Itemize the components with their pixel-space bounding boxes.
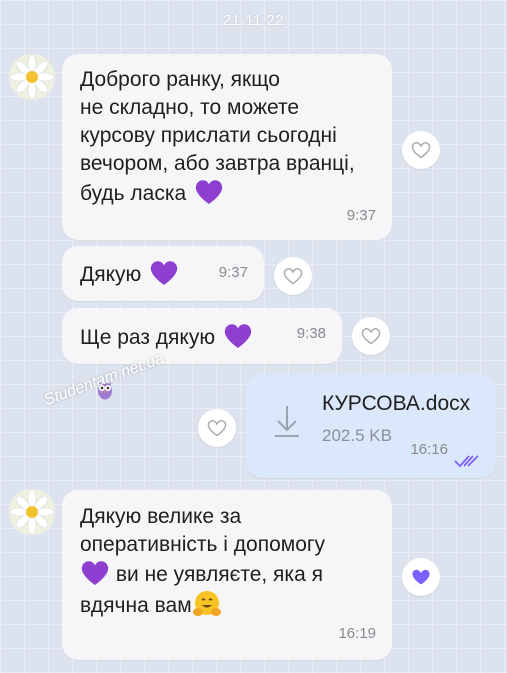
reaction-heart-button[interactable]	[402, 558, 440, 596]
message-line: будь ласка	[80, 182, 187, 205]
file-name: КУРСОВА.docx	[322, 392, 471, 415]
message-line: не складно, то можете	[80, 96, 300, 119]
message-bubble[interactable]: Дякую велике за оперативність і допомогу…	[62, 490, 392, 660]
double-check-icon	[454, 448, 480, 468]
daisy-icon	[9, 489, 55, 535]
message-line: Доброго ранку, якщо	[80, 68, 280, 91]
message-time: 9:37	[218, 264, 248, 281]
message-bubble[interactable]: Дякую 9:37	[62, 246, 264, 301]
contact-avatar[interactable]	[9, 489, 55, 535]
message-line: оперативність і допомогу	[80, 533, 326, 556]
heart-outline-icon	[207, 420, 227, 437]
daisy-icon	[9, 54, 55, 100]
message-bubble[interactable]: Доброго ранку, якщо не складно, то может…	[62, 54, 392, 240]
date-separator: 21.11.22	[222, 12, 285, 29]
message-bubble[interactable]: Ще раз дякую 9:38	[62, 308, 342, 364]
file-size: 202.5 KB	[322, 426, 392, 445]
heart-outline-icon	[411, 142, 431, 159]
purple-heart-emoji	[149, 259, 179, 287]
heart-filled-icon	[412, 569, 430, 585]
message-text: Дякую	[80, 263, 142, 286]
react-button[interactable]	[402, 131, 440, 169]
message-text: Ще раз дякую	[80, 326, 216, 349]
react-button[interactable]	[198, 409, 236, 447]
heart-outline-icon	[361, 328, 381, 345]
purple-heart-emoji	[80, 559, 110, 587]
purple-heart-emoji	[194, 178, 224, 206]
message-time: 16:19	[338, 625, 376, 642]
hugging-face-emoji	[192, 589, 222, 619]
heart-outline-icon	[283, 268, 303, 285]
file-message-bubble[interactable]: КУРСОВА.docx 202.5 KB 16:16	[246, 374, 496, 478]
message-line: ви не уявляєте, яка я	[115, 563, 323, 586]
contact-avatar[interactable]	[9, 54, 55, 100]
message-line: вдячна вам	[80, 594, 192, 617]
message-time: 9:38	[296, 325, 326, 342]
message-line: курсову прислати сьогодні	[80, 124, 337, 147]
message-line: Дякую велике за	[80, 505, 242, 528]
purple-heart-emoji	[223, 322, 253, 350]
message-line: вечором, або завтра вранці,	[80, 152, 355, 175]
react-button[interactable]	[352, 317, 390, 355]
download-icon[interactable]	[272, 400, 302, 440]
message-time: 16:16	[410, 441, 448, 458]
message-time: 9:37	[346, 207, 376, 224]
react-button[interactable]	[274, 257, 312, 295]
